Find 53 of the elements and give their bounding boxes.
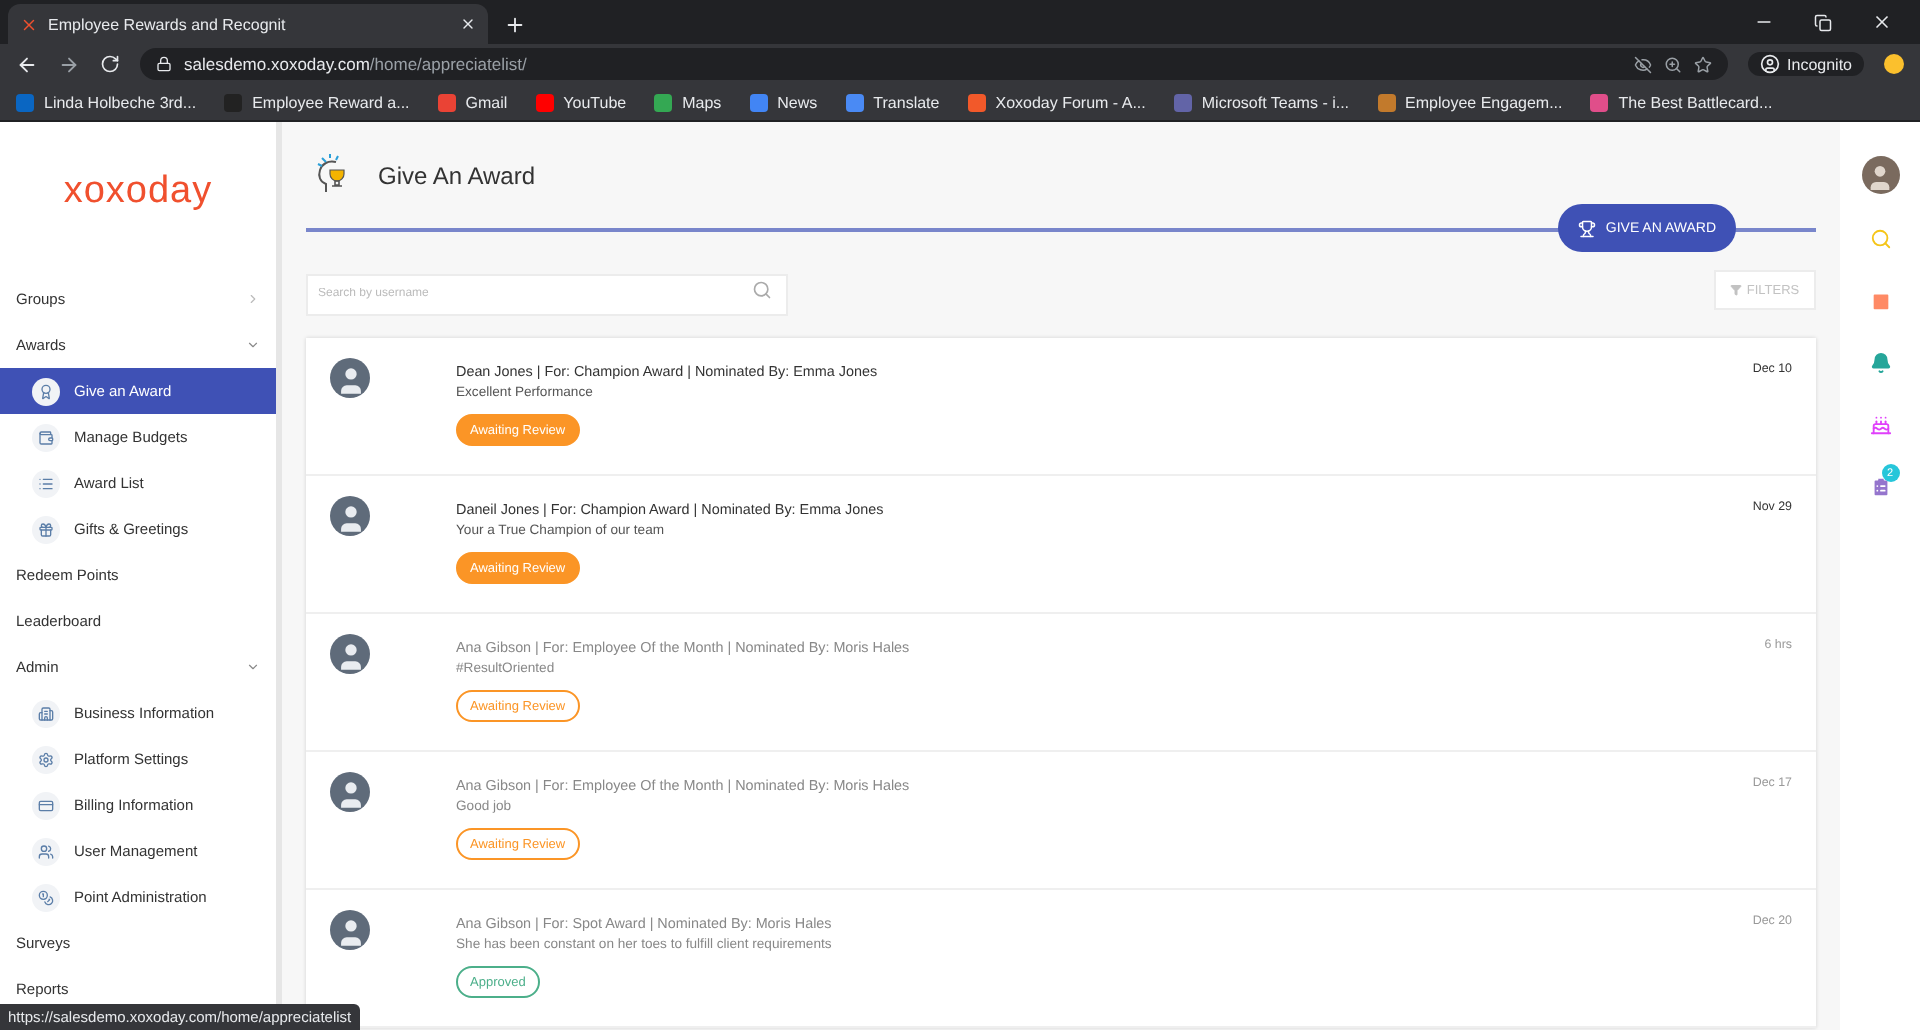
bookmark[interactable]: Maps <box>654 93 722 111</box>
zoom-icon[interactable] <box>1663 55 1682 73</box>
address-field[interactable]: salesdemo.xoxoday.com/home/appreciatelist/ <box>140 48 1728 80</box>
menu-item-icon <box>32 515 60 543</box>
star-icon[interactable] <box>1693 55 1712 73</box>
avatar-icon[interactable] <box>1861 156 1899 194</box>
tab-favicon-icon <box>20 15 38 33</box>
extension-icon[interactable] <box>1884 54 1904 74</box>
bookmark[interactable]: Employee Engagem... <box>1377 93 1563 111</box>
page-title: Give An Award <box>378 161 535 189</box>
menu-item-icon <box>32 791 60 819</box>
avatar-icon <box>330 910 370 950</box>
avatar-icon <box>330 772 370 812</box>
url-text: salesdemo.xoxoday.com/home/appreciatelist/ <box>184 54 527 74</box>
new-tab-icon[interactable] <box>504 14 526 36</box>
bookmark[interactable]: Employee Reward a... <box>224 93 410 111</box>
profile-button[interactable]: Incognito <box>1747 52 1864 76</box>
avatar-icon <box>330 496 370 536</box>
chevron-icon <box>246 660 260 674</box>
bookmark[interactable]: Xoxoday Forum - A... <box>967 93 1146 111</box>
bell-icon[interactable] <box>1869 351 1891 373</box>
menu-item-icon <box>32 423 60 451</box>
filter-icon <box>1730 284 1743 296</box>
lock-icon <box>156 56 172 72</box>
forward-icon[interactable] <box>58 53 80 75</box>
bookmark[interactable]: YouTube <box>535 93 627 111</box>
bookmark[interactable]: The Best Battlecard... <box>1590 93 1773 111</box>
avatar-icon <box>330 634 370 674</box>
bookmark[interactable]: Linda Holbeche 3rd... <box>16 93 197 111</box>
menu-item-icon <box>32 377 60 405</box>
avatar-icon <box>330 358 370 398</box>
menu-item-icon <box>32 699 60 727</box>
chevron-icon <box>246 338 260 352</box>
trophy-icon <box>1577 219 1596 237</box>
browser-tab[interactable]: Employee Rewards and Recognit <box>8 4 488 44</box>
menu-item-icon <box>32 469 60 497</box>
reload-icon[interactable] <box>100 54 120 74</box>
bookmark[interactable]: Translate <box>845 93 940 111</box>
menu-item-icon <box>32 883 60 911</box>
menu-item-icon <box>32 745 60 773</box>
menu-item-icon <box>32 837 60 865</box>
bookmark[interactable]: News <box>749 93 818 111</box>
chevron-icon <box>246 292 260 306</box>
close-icon[interactable] <box>1872 12 1892 32</box>
close-icon[interactable] <box>460 16 476 32</box>
back-icon[interactable] <box>16 53 38 75</box>
restore-icon[interactable] <box>1814 13 1832 31</box>
eye-off-icon[interactable] <box>1633 55 1652 73</box>
bookmark[interactable]: Gmail <box>437 93 508 111</box>
logo[interactable]: xoxoday <box>63 169 213 213</box>
incognito-icon <box>1759 54 1780 74</box>
bookmark[interactable]: Microsoft Teams - i... <box>1173 93 1350 111</box>
clipboard-icon[interactable] <box>1869 475 1891 497</box>
